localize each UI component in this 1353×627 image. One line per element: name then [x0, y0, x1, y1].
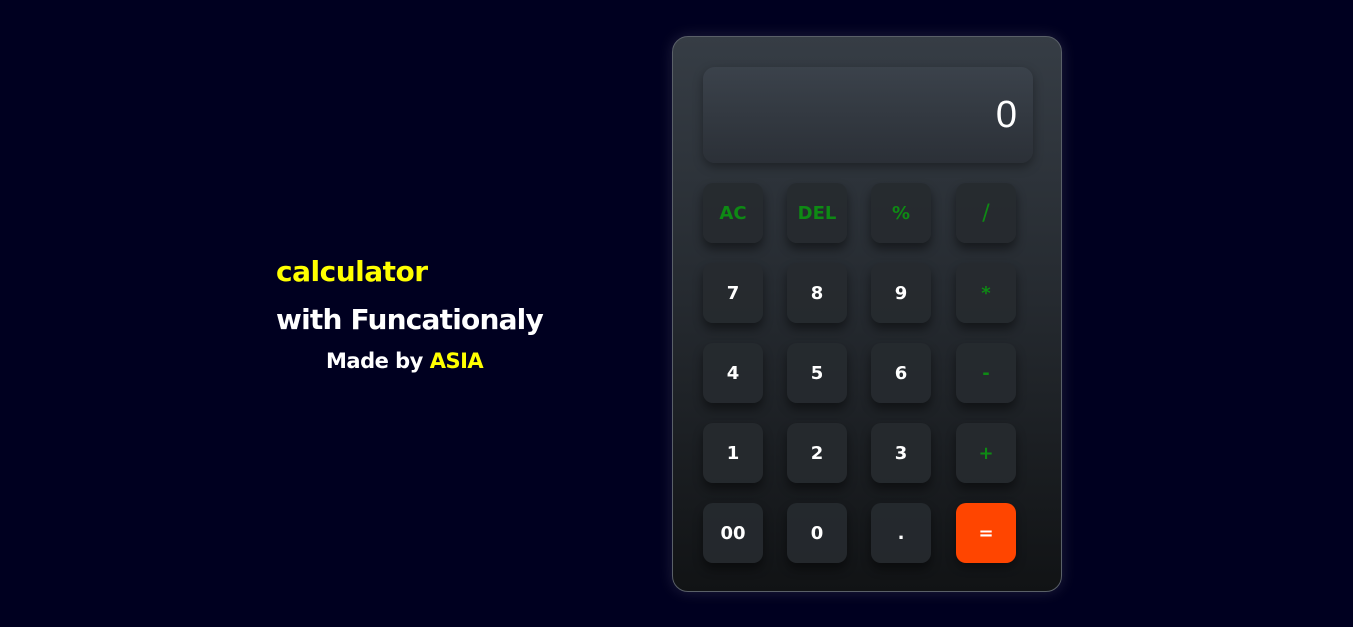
intro-text: calculator with Funcationaly Made by ASI… [276, 252, 544, 376]
author-name: ASIA [429, 349, 484, 373]
digit-9-button[interactable]: 9 [871, 263, 931, 323]
percent-button[interactable]: % [871, 183, 931, 243]
double-zero-button[interactable]: 00 [703, 503, 763, 563]
intro-subtitle: with Funcationaly [276, 303, 544, 336]
calculator: 0 AC DEL%/7 8 9 * 4 5 6-1 2 3 +00 0. = [672, 36, 1062, 592]
decimal-button[interactable]: . [871, 503, 931, 563]
plus-button[interactable]: + [956, 423, 1016, 483]
digit-3-button[interactable]: 3 [871, 423, 931, 483]
intro-title: calculator [276, 255, 428, 288]
calculator-display: 0 [703, 67, 1033, 163]
all-clear-button[interactable]: AC [703, 183, 763, 243]
display-value: 0 [995, 93, 1017, 136]
digit-6-button[interactable]: 6 [871, 343, 931, 403]
multiply-button[interactable]: * [956, 263, 1016, 323]
digit-0-button[interactable]: 0 [787, 503, 847, 563]
digit-8-button[interactable]: 8 [787, 263, 847, 323]
divide-button[interactable]: / [956, 183, 1016, 243]
equals-button[interactable]: = [956, 503, 1016, 563]
digit-1-button[interactable]: 1 [703, 423, 763, 483]
digit-5-button[interactable]: 5 [787, 343, 847, 403]
digit-2-button[interactable]: 2 [787, 423, 847, 483]
made-by-line: Made by ASIA [326, 346, 543, 376]
delete-button[interactable]: DEL [787, 183, 847, 243]
digit-7-button[interactable]: 7 [703, 263, 763, 323]
minus-button[interactable]: - [956, 343, 1016, 403]
page: calculator with Funcationaly Made by ASI… [0, 0, 1353, 627]
made-by-label: Made by [326, 349, 423, 373]
digit-4-button[interactable]: 4 [703, 343, 763, 403]
